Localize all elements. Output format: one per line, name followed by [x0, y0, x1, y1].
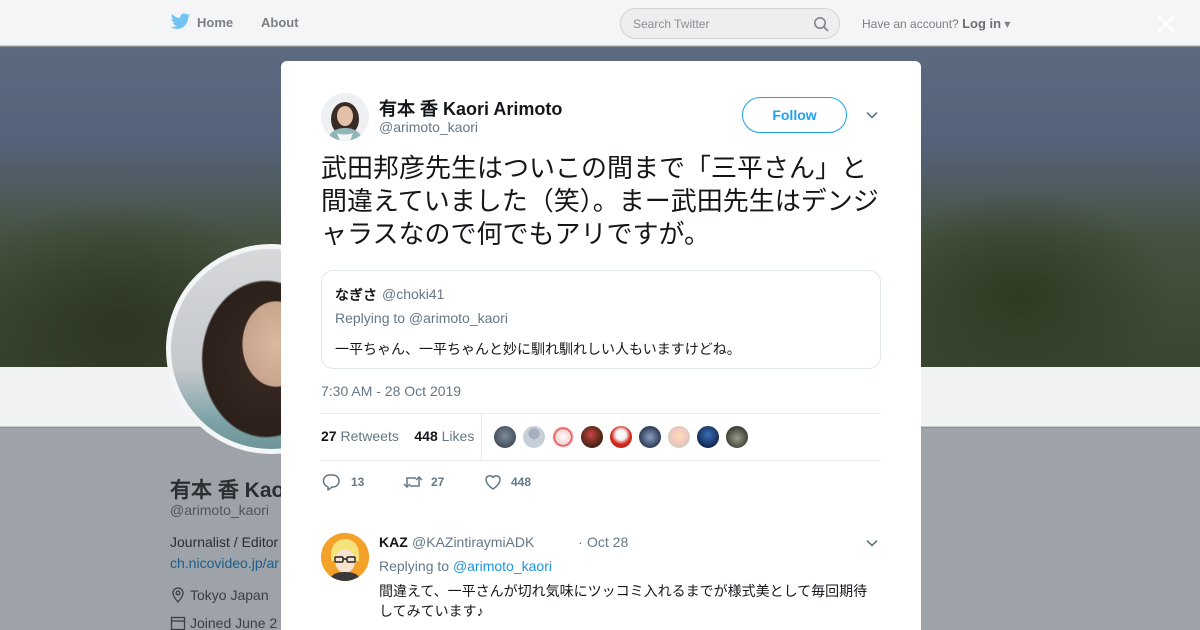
reply-icon — [322, 474, 340, 491]
liker-avatar[interactable] — [522, 425, 546, 449]
reply-count: 13 — [351, 475, 365, 489]
liker-avatar[interactable] — [696, 425, 720, 449]
liker-avatar[interactable] — [667, 425, 691, 449]
tweet-modal: 有本 香 Kaori Arimoto @arimoto_kaori Follow… — [281, 61, 921, 630]
liker-avatar[interactable] — [638, 425, 662, 449]
like-button[interactable]: 448 — [483, 473, 553, 493]
liker-avatar[interactable] — [493, 425, 517, 449]
tweet-stats: 27 Retweets 448 Likes — [321, 428, 474, 444]
retweet-button[interactable]: 27 — [402, 473, 462, 493]
likes-label[interactable]: Likes — [442, 428, 475, 444]
liker-avatar[interactable] — [609, 425, 633, 449]
author-avatar[interactable] — [321, 93, 369, 141]
retweet-count: 27 — [431, 475, 445, 489]
divider — [321, 413, 881, 414]
retweets-label[interactable]: Retweets — [340, 428, 398, 444]
like-count: 448 — [511, 475, 532, 489]
replying-to-label: Replying to — [379, 558, 450, 574]
likes-count[interactable]: 448 — [414, 428, 437, 444]
follow-button[interactable]: Follow — [742, 97, 847, 133]
reply-replying-to: Replying to @arimoto_kaori — [379, 558, 552, 574]
reply-date[interactable]: Oct 28 — [587, 534, 628, 550]
chevron-down-icon[interactable] — [865, 536, 879, 550]
author-handle[interactable]: @arimoto_kaori — [379, 119, 478, 135]
liker-avatar[interactable] — [725, 425, 749, 449]
replying-to-link[interactable]: @arimoto_kaori — [453, 558, 552, 574]
divider — [481, 414, 482, 460]
divider — [321, 460, 881, 461]
reply-author-handle[interactable]: @KAZintiraymiADK — [412, 534, 534, 550]
close-icon[interactable] — [1154, 12, 1178, 36]
reply-button[interactable]: 13 — [321, 473, 381, 493]
quoted-author-handle: @choki41 — [382, 286, 445, 302]
heart-icon — [485, 475, 501, 490]
quoted-tweet[interactable]: なぎさ @choki41 Replying to @arimoto_kaori … — [321, 270, 881, 369]
separator-dot: · — [578, 534, 583, 550]
tweet-timestamp[interactable]: 7:30 AM - 28 Oct 2019 — [321, 383, 461, 399]
retweets-count[interactable]: 27 — [321, 428, 337, 444]
liker-avatar[interactable] — [580, 425, 604, 449]
quoted-text: 一平ちゃん、一平ちゃんと妙に馴れ馴れしい人もいますけどね。 — [335, 341, 741, 357]
liker-avatar[interactable] — [551, 425, 575, 449]
reply-avatar[interactable] — [321, 533, 369, 581]
author-name[interactable]: 有本 香 Kaori Arimoto — [379, 95, 562, 121]
reply-author-name[interactable]: KAZ — [379, 534, 408, 550]
retweet-icon — [403, 475, 423, 489]
quoted-replying-to: Replying to @arimoto_kaori — [335, 310, 508, 326]
tweet-text: 武田邦彦先生はついこの間まで「三平さん」と間違えていました（笑）。まー武田先生は… — [321, 154, 879, 250]
chevron-down-icon[interactable] — [865, 108, 879, 122]
quoted-author-name: なぎさ — [335, 287, 377, 303]
reply-text: 間違えて、一平さんが切れ気味にツッコミ入れるまでが様式美として毎回期待してみてい… — [379, 583, 868, 619]
